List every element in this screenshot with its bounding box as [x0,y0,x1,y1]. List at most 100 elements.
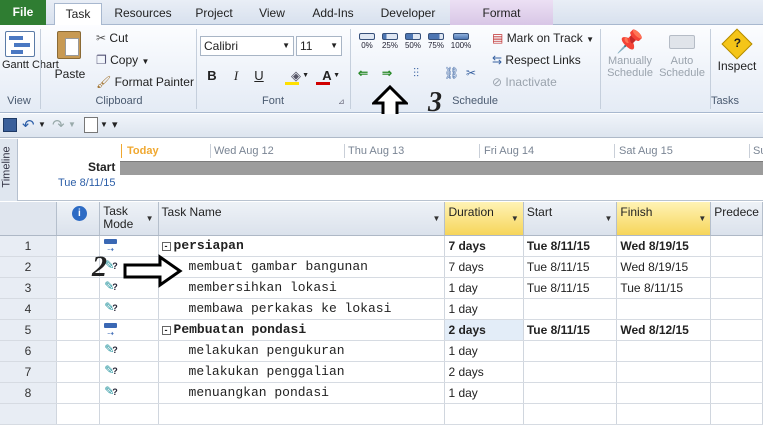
task-mode-cell[interactable]: ⇢ [99,319,159,341]
finish-cell[interactable] [616,382,712,404]
inactivate-button[interactable]: ⊘ Inactivate [492,75,557,89]
tab-addins[interactable]: Add-Ins [305,3,361,25]
print-preview-icon[interactable] [84,117,98,133]
task-name-cell[interactable]: membawa perkakas ke lokasi [158,298,446,320]
tab-format[interactable]: Format [450,3,553,25]
copy-button[interactable]: ❐ Copy ▼ [96,53,149,67]
font-color-button[interactable]: A ▼ [314,67,340,85]
dialog-launcher-icon[interactable]: ⊿ [338,97,345,106]
predecessors-cell[interactable] [710,361,763,383]
timeline-bar[interactable] [120,161,763,175]
chevron-down-icon[interactable]: ▼ [604,214,612,223]
task-name-cell[interactable]: membersihkan lokasi [158,277,446,299]
indicator-cell[interactable] [56,340,101,362]
duration-cell[interactable]: 1 day [444,340,524,362]
table-row[interactable]: 3 ✎? membersihkan lokasi 1 day Tue 8/11/15 Tu… [0,277,763,299]
save-icon[interactable] [3,118,17,132]
collapse-icon[interactable]: - [161,242,171,251]
duration-cell[interactable]: 1 day [444,277,524,299]
predecessors-cell[interactable] [710,382,763,404]
unlink-tasks-button[interactable]: ✂ [466,66,476,80]
tab-developer[interactable]: Developer [375,3,441,25]
underline-button[interactable]: U [250,67,268,85]
start-header[interactable]: Start ▼ [523,202,618,236]
tab-project[interactable]: Project [188,3,240,25]
tab-task[interactable]: Task [54,3,102,26]
complete-0-button[interactable]: 0% [357,33,377,50]
tab-file[interactable]: File [0,0,46,25]
indent-button[interactable]: ⇒ [382,66,392,80]
indicator-cell[interactable] [56,361,101,383]
chevron-down-icon[interactable]: ▼ [100,120,108,129]
task-name-cell[interactable]: membuat gambar bangunan [158,256,446,278]
italic-button[interactable]: I [227,67,245,85]
gantt-chart-button[interactable]: Gantt Chart [2,29,59,91]
format-painter-button[interactable]: 🖌 Format Painter [96,75,194,89]
table-row[interactable]: 8 ✎? menuangkan pondasi 1 day [0,382,763,404]
customize-qat-icon[interactable]: ▾ [112,118,118,131]
bold-button[interactable]: B [203,67,221,85]
mark-on-track-button[interactable]: ▤ Mark on Track ▼ [492,31,594,45]
undo-icon[interactable]: ↶ [22,116,35,134]
tab-resources[interactable]: Resources [112,3,174,25]
predecessors-cell[interactable] [710,319,763,341]
table-row[interactable]: 1 ⇢ - persiapan 7 days Tue 8/11/15 Wed 8/19/15 [0,235,763,257]
redo-icon[interactable]: ↷ [52,116,65,134]
predecessors-cell[interactable] [710,277,763,299]
complete-50-button[interactable]: 50% [403,33,423,50]
respect-links-button[interactable]: ⇆ Respect Links [492,53,581,67]
table-row[interactable]: 4 ✎? membawa perkakas ke lokasi 1 day [0,298,763,320]
predecessors-cell[interactable] [710,298,763,320]
chevron-down-icon[interactable]: ▼ [146,214,154,223]
row-number[interactable]: 5 [0,319,57,341]
row-number[interactable]: 7 [0,361,57,383]
table-row[interactable]: 2 ✎? membuat gambar bangunan 7 days Tue 8/11… [0,256,763,278]
split-task-button[interactable]: ⫶⫶ [413,66,419,81]
font-family-select[interactable]: Calibri ▼ [200,36,294,56]
complete-25-button[interactable]: 25% [380,33,400,50]
task-mode-cell[interactable]: ✎? [99,382,159,404]
link-tasks-button[interactable]: ⛓ [444,66,459,80]
task-mode-cell[interactable]: ✎? [99,361,159,383]
chevron-down-icon[interactable]: ▼ [511,214,519,223]
cut-button[interactable]: ✂ Cut [96,31,128,45]
predecessors-cell[interactable] [710,256,763,278]
duration-cell[interactable]: 7 days [444,235,524,257]
start-cell[interactable]: Tue 8/11/15 [523,235,618,257]
finish-cell[interactable]: Wed 8/19/15 [616,235,712,257]
fill-color-button[interactable]: ◈ ▼ [283,67,309,85]
manually-schedule-button[interactable]: 📌 Manually Schedule [604,29,656,91]
outdent-button[interactable]: ⇐ [358,66,368,80]
indicator-cell[interactable] [56,382,101,404]
row-number[interactable]: 8 [0,382,57,404]
start-cell[interactable] [523,298,618,320]
task-name-cell[interactable]: menuangkan pondasi [158,382,446,404]
complete-75-button[interactable]: 75% [426,33,446,50]
task-name-cell[interactable]: melakukan pengukuran [158,340,446,362]
finish-cell[interactable]: Wed 8/19/15 [616,256,712,278]
tab-view[interactable]: View [252,3,292,25]
chevron-down-icon[interactable]: ▼ [433,214,441,223]
task-name-cell[interactable]: melakukan penggalian [158,361,446,383]
start-cell[interactable]: Tue 8/11/15 [523,256,618,278]
task-mode-cell[interactable]: ✎? [99,340,159,362]
row-number[interactable]: 2 [0,256,57,278]
duration-cell[interactable]: 2 days [444,319,524,341]
complete-100-button[interactable]: 100% [449,33,473,50]
finish-cell[interactable] [616,340,712,362]
start-cell[interactable]: Tue 8/11/15 [523,277,618,299]
task-name-header[interactable]: Task Name ▼ [158,202,446,236]
row-number[interactable]: 4 [0,298,57,320]
chevron-down-icon[interactable]: ▼ [698,214,706,223]
finish-cell[interactable]: Wed 8/12/15 [616,319,712,341]
paste-button[interactable]: Paste [52,29,88,91]
start-cell[interactable] [523,382,618,404]
start-cell[interactable] [523,340,618,362]
predecessors-cell[interactable] [710,340,763,362]
task-name-cell[interactable]: - persiapan [158,235,446,257]
start-cell[interactable]: Tue 8/11/15 [523,319,618,341]
auto-schedule-button[interactable]: Auto Schedule [658,29,706,91]
finish-cell[interactable] [616,298,712,320]
duration-cell[interactable]: 7 days [444,256,524,278]
table-row[interactable]: 5 ⇢ - Pembuatan pondasi 2 days Tue 8/11/15 Wed… [0,319,763,341]
